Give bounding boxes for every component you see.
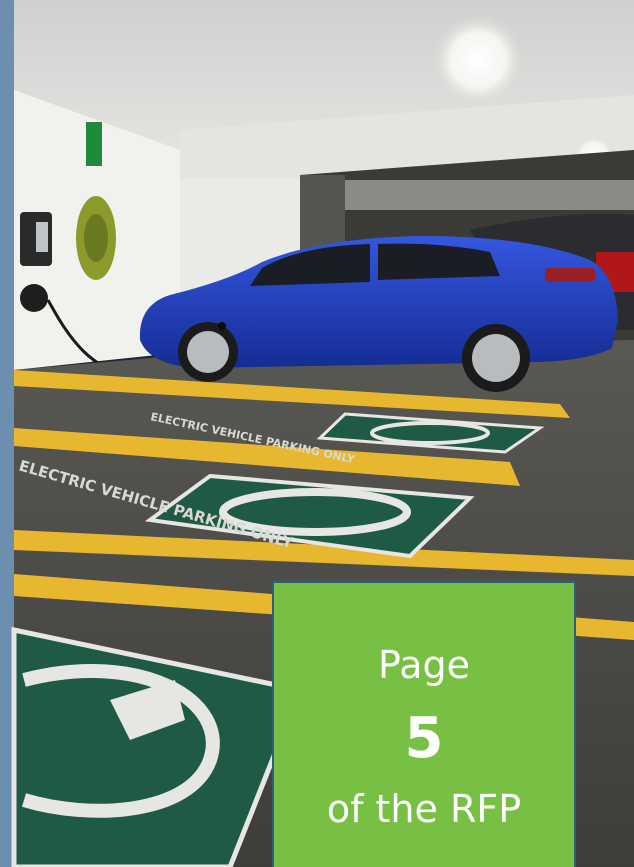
ev-wall-sign-inner: [84, 214, 108, 262]
callout-page-label: Page: [378, 643, 470, 687]
car-taillight: [545, 268, 595, 282]
far-beam: [345, 180, 634, 210]
page-callout-box: Page 5 of the RFP: [272, 581, 576, 867]
callout-page-number: 5: [404, 706, 444, 771]
car-front-rim: [187, 331, 229, 373]
ev-charger-screen: [36, 222, 48, 252]
ceiling-light: [432, 14, 524, 106]
car-rear-rim: [472, 334, 520, 382]
car-charge-port: [218, 322, 226, 330]
cable-holster: [20, 284, 48, 312]
callout-rfp-label: of the RFP: [326, 787, 522, 831]
exit-sign: [86, 122, 102, 166]
